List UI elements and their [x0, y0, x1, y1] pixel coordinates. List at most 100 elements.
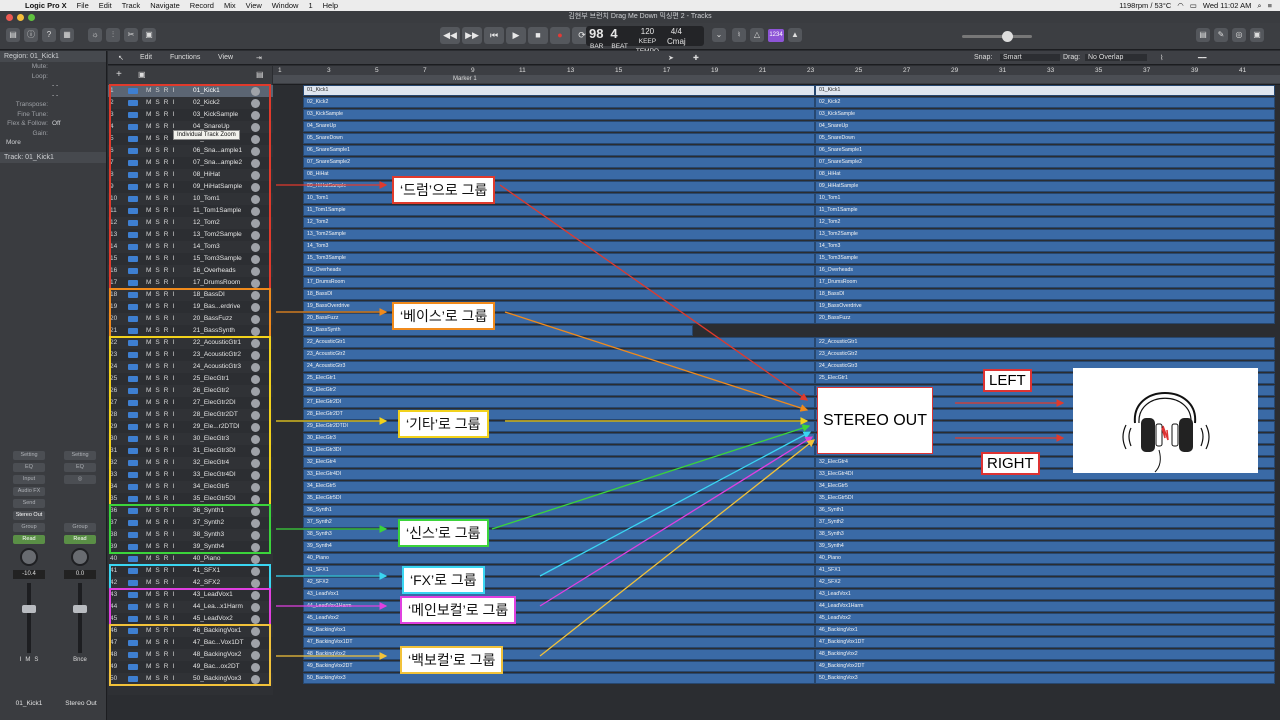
mute-button[interactable]: M: [146, 171, 151, 178]
audio-region[interactable]: 41_SFX1: [303, 565, 815, 576]
track-header[interactable]: 24 M S R I 24_AcousticGtr3: [108, 361, 273, 373]
mute-button[interactable]: M: [146, 111, 151, 118]
mute-button[interactable]: M: [146, 207, 151, 214]
input-button[interactable]: Input: [13, 475, 45, 484]
inspector-field[interactable]: - -: [0, 91, 106, 101]
audio-region[interactable]: 10_Tom1: [815, 193, 1275, 204]
solo-button[interactable]: S: [155, 147, 159, 154]
track-volume-knob[interactable]: [251, 218, 260, 228]
track-volume-knob[interactable]: [251, 146, 260, 156]
loop-browser-icon[interactable]: ◎: [1232, 28, 1246, 42]
record-enable-button[interactable]: R: [164, 615, 169, 622]
record-enable-button[interactable]: R: [164, 279, 169, 286]
audio-region[interactable]: 13_Tom2Sample: [815, 229, 1275, 240]
track-header[interactable]: 28 M S R I 28_ElecGtr2DT: [108, 409, 273, 421]
input-monitor-button[interactable]: I: [172, 591, 174, 598]
audio-region[interactable]: 42_SFX2: [815, 577, 1275, 588]
solo-button[interactable]: S: [155, 171, 159, 178]
audio-region[interactable]: 01_Kick1: [815, 85, 1275, 96]
track-volume-knob[interactable]: [251, 410, 260, 420]
mute-button[interactable]: M: [146, 519, 151, 526]
track-name[interactable]: 49_Bac...ox2DT: [193, 663, 240, 670]
mute-button[interactable]: M: [146, 579, 151, 586]
region-lane[interactable]: 17_DrumsRoom 17_DrumsRoom: [300, 277, 1280, 288]
mute-button[interactable]: M: [146, 315, 151, 322]
audio-region[interactable]: 34_ElecGtr5: [815, 481, 1275, 492]
track-header[interactable]: 44 M S R I 44_Lea...x1Harm: [108, 601, 273, 613]
capture-icon[interactable]: ▣: [142, 28, 156, 42]
mute-button[interactable]: M: [146, 627, 151, 634]
track-name[interactable]: 10_Tom1: [193, 195, 220, 202]
input-monitor-button[interactable]: I: [172, 267, 174, 274]
catch-icon[interactable]: ⇥: [256, 54, 262, 62]
audio-region[interactable]: 18_BassDI: [815, 289, 1275, 300]
audio-region[interactable]: 15_Tom3Sample: [815, 253, 1275, 264]
track-name[interactable]: 12_Tom2: [193, 219, 220, 226]
track-volume-knob[interactable]: [251, 314, 260, 324]
solo-button[interactable]: S: [155, 123, 159, 130]
track-name[interactable]: 50_BackingVox3: [193, 675, 241, 682]
record-enable-button[interactable]: R: [164, 423, 169, 430]
record-enable-button[interactable]: R: [164, 147, 169, 154]
record-enable-button[interactable]: R: [164, 483, 169, 490]
track-name[interactable]: 22_AcousticGtr1: [193, 339, 241, 346]
solo-button[interactable]: S: [155, 579, 159, 586]
audio-region[interactable]: 39_Synth4: [815, 541, 1275, 552]
audio-region[interactable]: 42_SFX2: [303, 577, 815, 588]
track-options-icon[interactable]: ▣: [138, 70, 146, 79]
track-name[interactable]: 08_HiHat: [193, 171, 220, 178]
record-enable-button[interactable]: R: [164, 363, 169, 370]
region-lane[interactable]: 01_Kick1 01_Kick1: [300, 85, 1280, 96]
input-monitor-button[interactable]: I: [172, 327, 174, 334]
rewind-button[interactable]: ◀◀: [440, 27, 460, 44]
back-icon[interactable]: ↖: [118, 54, 124, 62]
mute-button[interactable]: M: [146, 375, 151, 382]
audio-region[interactable]: 23_AcousticGtr2: [303, 349, 815, 360]
count-in-badge[interactable]: 1234: [768, 29, 784, 42]
solo-button[interactable]: S: [155, 375, 159, 382]
track-volume-knob[interactable]: [251, 614, 260, 624]
audio-region[interactable]: 22_AcousticGtr1: [303, 337, 815, 348]
track-volume-knob[interactable]: [251, 374, 260, 384]
track-header[interactable]: 27 M S R I 27_ElecGtr2DI: [108, 397, 273, 409]
record-enable-button[interactable]: R: [164, 675, 169, 682]
record-enable-button[interactable]: R: [164, 447, 169, 454]
audio-region[interactable]: 37_Synth2: [303, 517, 815, 528]
zoom-button[interactable]: [28, 14, 35, 21]
record-enable-button[interactable]: R: [164, 99, 169, 106]
input-monitor-button[interactable]: I: [20, 657, 22, 663]
track-header[interactable]: 6 M S R I 06_Sna...ample1: [108, 145, 273, 157]
audio-region[interactable]: 04_SnareUp: [303, 121, 815, 132]
track-volume-knob[interactable]: [251, 530, 260, 540]
audio-region[interactable]: 16_Overheads: [303, 265, 815, 276]
track-header[interactable]: 23 M S R I 23_AcousticGtr2: [108, 349, 273, 361]
audio-region[interactable]: 10_Tom1: [303, 193, 815, 204]
mute-button[interactable]: M: [146, 507, 151, 514]
lcd-display[interactable]: 98BAR 4BEAT 120KEEPTEMPO 4/4Cmaj: [586, 26, 704, 55]
solo-button[interactable]: S: [155, 387, 159, 394]
record-enable-button[interactable]: R: [164, 399, 169, 406]
output-button[interactable]: Stereo Out: [13, 511, 45, 520]
track-name[interactable]: 39_Synth4: [193, 543, 224, 550]
mute-button[interactable]: M: [146, 195, 151, 202]
track-header[interactable]: 36 M S R I 36_Synth1: [108, 505, 273, 517]
mute-button[interactable]: M: [146, 243, 151, 250]
mute-button[interactable]: M: [146, 531, 151, 538]
audio-region[interactable]: 36_Synth1: [815, 505, 1275, 516]
track-name[interactable]: 34_ElecGtr5: [193, 483, 229, 490]
input-monitor-button[interactable]: I: [172, 459, 174, 466]
audio-region[interactable]: 30_ElecGtr3: [303, 433, 815, 444]
solo-button[interactable]: S: [155, 339, 159, 346]
browser-icon[interactable]: ▣: [1250, 28, 1264, 42]
volume-fader[interactable]: [22, 583, 36, 653]
solo-button[interactable]: S: [155, 555, 159, 562]
track-volume-knob[interactable]: [251, 434, 260, 444]
mute-button[interactable]: M: [146, 435, 151, 442]
audio-region[interactable]: 03_KickSample: [815, 109, 1275, 120]
region-lane[interactable]: 06_SnareSample1 06_SnareSample1: [300, 145, 1280, 156]
track-volume-knob[interactable]: [251, 470, 260, 480]
region-lane[interactable]: 05_SnareDown 05_SnareDown: [300, 133, 1280, 144]
audio-region[interactable]: 25_ElecGtr1: [303, 373, 815, 384]
mute-button[interactable]: M: [146, 567, 151, 574]
track-name[interactable]: 27_ElecGtr2DI: [193, 399, 236, 406]
